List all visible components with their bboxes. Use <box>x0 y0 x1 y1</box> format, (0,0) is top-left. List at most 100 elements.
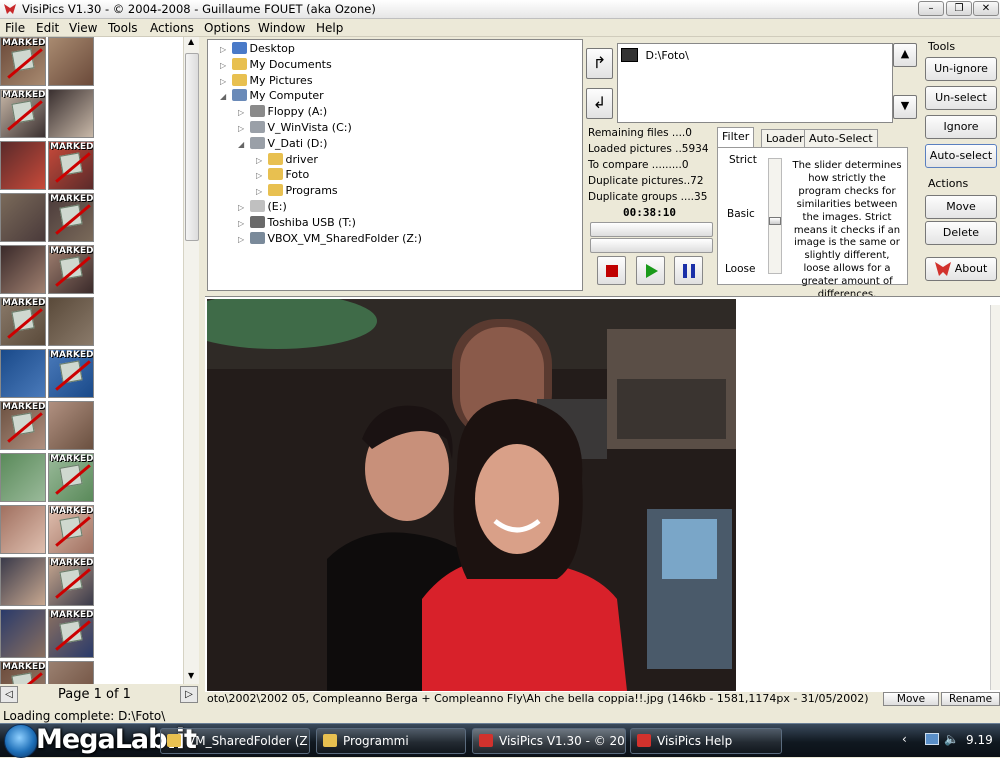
move-up-button[interactable]: ▲ <box>893 43 917 67</box>
taskbar-item-visipics[interactable]: VisiPics V1.30 - © 20... <box>472 728 626 754</box>
menu-view[interactable]: View <box>69 21 97 35</box>
preview-rename-button[interactable]: Rename <box>941 692 1000 706</box>
unselect-button[interactable]: Un-select <box>925 86 997 110</box>
selected-folders-list[interactable]: D:\Foto\ <box>617 43 893 123</box>
thumbnail[interactable]: MARKED <box>48 245 94 294</box>
thumbnail[interactable] <box>0 505 46 554</box>
move-down-button[interactable]: ▼ <box>893 95 917 119</box>
prev-page-button[interactable]: ◁ <box>0 686 18 703</box>
strictness-slider-thumb[interactable] <box>769 217 781 225</box>
taskbar-item-programmi[interactable]: Programmi <box>316 728 466 754</box>
thumbnail[interactable]: MARKED <box>0 401 46 450</box>
tree-item[interactable]: ▷ VBOX_VM_SharedFolder (Z:) <box>238 231 422 247</box>
tree-item[interactable]: ▷ Floppy (A:) <box>238 105 327 120</box>
thumbnail[interactable] <box>0 141 46 190</box>
expand-icon[interactable]: ▷ <box>220 45 228 54</box>
expand-icon[interactable]: ▷ <box>256 187 264 196</box>
preview-scrollbar[interactable] <box>990 305 1000 690</box>
expand-icon[interactable]: ▷ <box>256 171 264 180</box>
menu-edit[interactable]: Edit <box>36 21 59 35</box>
tree-item[interactable]: ▷ V_WinVista (C:) <box>238 121 352 136</box>
expand-icon[interactable]: ▷ <box>238 219 246 228</box>
thumbnail[interactable] <box>0 245 46 294</box>
expand-icon[interactable]: ▷ <box>238 108 246 117</box>
taskbar-item-visipics-help[interactable]: VisiPics Help <box>630 728 782 754</box>
thumbnail-scrollbar[interactable]: ▲ ▼ <box>183 37 199 684</box>
thumbnail[interactable] <box>0 193 46 242</box>
minimize-button[interactable]: – <box>918 1 944 16</box>
tab-loader[interactable]: Loader <box>761 129 809 147</box>
collapse-icon[interactable]: ◢ <box>238 140 246 149</box>
folder-list-item[interactable]: D:\Foto\ <box>621 48 689 64</box>
scroll-down-icon[interactable]: ▼ <box>188 671 194 680</box>
strictness-slider-track[interactable] <box>768 158 782 274</box>
thumbnail[interactable]: MARKED <box>48 453 94 502</box>
preview-photo[interactable] <box>207 299 736 691</box>
tab-filter[interactable]: Filter <box>717 127 755 148</box>
tree-item[interactable]: ▷ driver <box>256 152 318 168</box>
next-page-button[interactable]: ▷ <box>180 686 198 703</box>
ignore-folder-button[interactable]: Ignore folder <box>925 115 997 155</box>
thumbnail[interactable]: MARKED <box>48 557 94 606</box>
thumbnail[interactable] <box>48 401 94 450</box>
thumbnail[interactable]: MARKED <box>0 37 46 86</box>
network-icon[interactable] <box>925 733 939 745</box>
stop-button[interactable] <box>597 256 626 285</box>
thumbnail[interactable] <box>48 297 94 346</box>
tree-item[interactable]: ◢ V_Dati (D:) <box>238 136 327 152</box>
expand-icon[interactable]: ▷ <box>238 235 246 244</box>
unignore-button[interactable]: Un-ignore <box>925 57 997 81</box>
maximize-button[interactable]: ❐ <box>946 1 972 16</box>
scroll-up-icon[interactable]: ▲ <box>188 37 194 46</box>
close-button[interactable]: ✕ <box>973 1 999 16</box>
thumbnail[interactable]: MARKED <box>48 141 94 190</box>
expand-icon[interactable]: ▷ <box>238 124 246 133</box>
clock[interactable]: 9.19 <box>966 733 993 747</box>
expand-icon[interactable]: ▷ <box>220 61 228 70</box>
thumbnail[interactable] <box>0 349 46 398</box>
tree-item[interactable]: ▷ My Pictures <box>220 73 313 89</box>
scroll-thumb[interactable] <box>185 53 199 241</box>
thumbnail[interactable] <box>0 557 46 606</box>
auto-select-button[interactable]: Auto-select <box>925 144 997 168</box>
tree-item[interactable]: ▷ (E:) <box>238 200 287 215</box>
tree-item[interactable]: ▷ Foto <box>256 168 309 183</box>
tab-auto-select[interactable]: Auto-Select <box>804 129 878 147</box>
tray-expand-icon[interactable]: ‹ <box>902 732 907 746</box>
thumbnail[interactable]: MARKED <box>0 89 46 138</box>
tree-item[interactable]: ◢ My Computer <box>220 89 324 104</box>
menu-help[interactable]: Help <box>316 21 343 35</box>
delete-button[interactable]: Delete <box>925 221 997 245</box>
thumbnail[interactable]: MARKED <box>0 661 46 684</box>
tree-item[interactable]: ▷ Desktop <box>220 42 295 57</box>
tree-item[interactable]: ▷ Toshiba USB (T:) <box>238 215 356 231</box>
add-folder-button[interactable]: ↱ <box>586 48 613 79</box>
about-button[interactable]: About <box>925 257 997 281</box>
tree-item[interactable]: ▷ My Documents <box>220 57 332 73</box>
collapse-icon[interactable]: ◢ <box>220 92 228 101</box>
menu-options[interactable]: Options <box>204 21 250 35</box>
expand-icon[interactable]: ▷ <box>256 156 264 165</box>
remove-folder-button[interactable]: ↲ <box>586 88 613 119</box>
play-button[interactable] <box>636 256 665 285</box>
taskbar-item-shared-folder[interactable]: VM_SharedFolder (Z:) <box>160 728 310 754</box>
pause-button[interactable] <box>674 256 703 285</box>
thumbnail[interactable]: MARKED <box>48 349 94 398</box>
thumbnail[interactable] <box>48 661 94 684</box>
thumbnail[interactable] <box>48 37 94 86</box>
start-orb[interactable] <box>4 724 38 758</box>
thumbnail[interactable]: MARKED <box>48 193 94 242</box>
expand-icon[interactable]: ▷ <box>220 77 228 86</box>
thumbnail[interactable]: MARKED <box>0 297 46 346</box>
expand-icon[interactable]: ▷ <box>238 203 246 212</box>
menu-tools[interactable]: Tools <box>108 21 138 35</box>
menu-file[interactable]: File <box>5 21 25 35</box>
menu-actions[interactable]: Actions <box>150 21 194 35</box>
volume-icon[interactable]: 🔈 <box>944 732 959 746</box>
move-button[interactable]: Move <box>925 195 997 219</box>
tree-item[interactable]: ▷ Programs <box>256 184 338 199</box>
menu-window[interactable]: Window <box>258 21 305 35</box>
thumbnail[interactable]: MARKED <box>48 505 94 554</box>
preview-move-button[interactable]: Move <box>883 692 939 706</box>
thumbnail[interactable] <box>48 89 94 138</box>
